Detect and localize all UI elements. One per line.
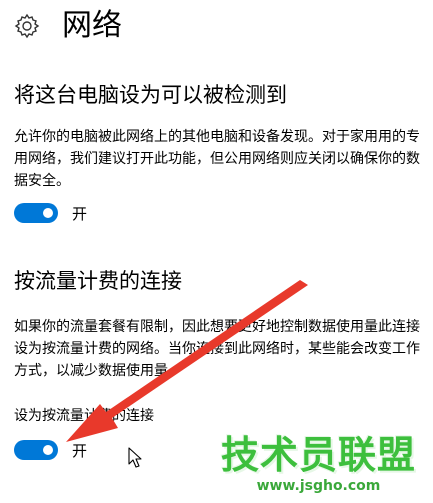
metered-setting-label: 设为按流量计费的连接: [14, 408, 154, 424]
watermark: 技术员联盟 www.jsgho.com: [204, 433, 433, 495]
metered-toggle[interactable]: [14, 440, 58, 460]
mouse-cursor-icon: [128, 447, 142, 468]
gear-icon: [14, 13, 40, 39]
toggle-knob: [43, 208, 53, 218]
red-arrow-annotation: [66, 280, 308, 442]
metered-heading: 按流量计费的连接: [14, 269, 182, 293]
toggle-knob: [43, 445, 53, 455]
watermark-text: 技术员联盟: [220, 433, 416, 477]
metered-toggle-row[interactable]: 开: [14, 439, 87, 461]
watermark-url: www.jsgho.com: [256, 478, 381, 494]
discovery-toggle-row[interactable]: 开: [14, 202, 87, 224]
metered-description: 如果你的流量套餐有限制，因此想要更好地控制数据使用量此连接设为按流量计费的网络。…: [14, 319, 420, 379]
discovery-heading: 将这台电脑设为可以被检测到: [14, 83, 287, 107]
discovery-toggle[interactable]: [14, 203, 58, 223]
discovery-toggle-state: 开: [72, 204, 88, 223]
page-title: 网络: [62, 8, 122, 43]
discovery-description: 允许你的电脑被此网络上的其他电脑和设备发现。对于家用用的专用网络，我们建议打开此…: [14, 129, 420, 189]
metered-toggle-state: 开: [72, 441, 88, 460]
